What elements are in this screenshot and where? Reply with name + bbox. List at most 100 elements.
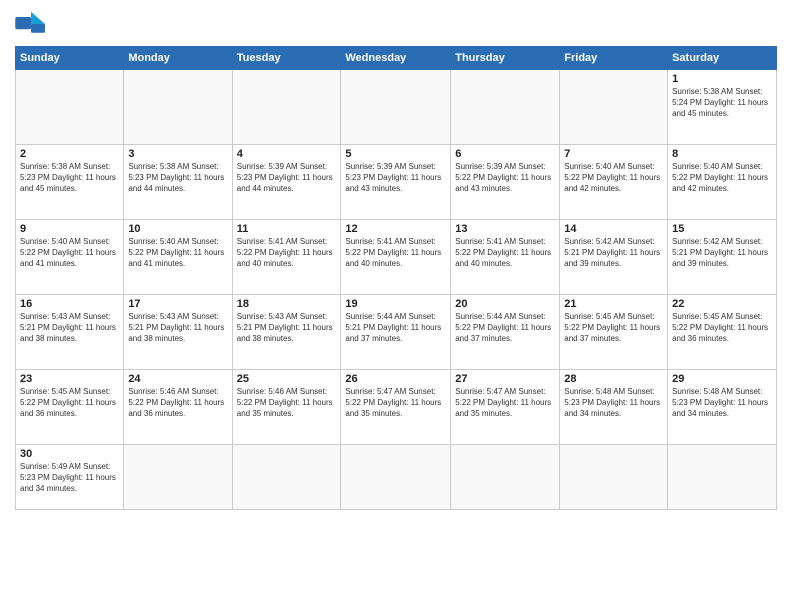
day-number: 11 [237, 223, 337, 235]
calendar-cell [560, 445, 668, 510]
calendar-cell: 2 Sunrise: 5:38 AM Sunset: 5:23 PM Daylig… [16, 145, 124, 220]
day-info: Sunrise: 5:40 AM Sunset: 5:22 PM Dayligh… [20, 237, 119, 269]
day-info: Sunrise: 5:43 AM Sunset: 5:21 PM Dayligh… [128, 312, 227, 344]
calendar-cell [451, 445, 560, 510]
day-info: Sunrise: 5:38 AM Sunset: 5:23 PM Dayligh… [128, 162, 227, 194]
calendar-cell: 19Sunrise: 5:44 AM Sunset: 5:21 PM Dayli… [341, 295, 451, 370]
weekday-header-thursday: Thursday [451, 47, 560, 70]
calendar: SundayMondayTuesdayWednesdayThursdayFrid… [15, 46, 777, 510]
day-number: 29 [672, 373, 772, 385]
calendar-cell: 1 Sunrise: 5:38 AM Sunset: 5:24 PM Daylig… [668, 70, 777, 145]
day-info: Sunrise: 5:42 AM Sunset: 5:21 PM Dayligh… [564, 237, 663, 269]
day-info: Sunrise: 5:48 AM Sunset: 5:23 PM Dayligh… [564, 387, 663, 419]
day-info: Sunrise: 5:45 AM Sunset: 5:22 PM Dayligh… [564, 312, 663, 344]
day-number: 6 [455, 148, 555, 160]
calendar-cell: 25 Sunrise: 5:46 AM Sunset: 5:22 PM Dayli… [232, 370, 341, 445]
day-number: 18 [237, 298, 337, 310]
day-number: 10 [128, 223, 227, 235]
calendar-cell [341, 70, 451, 145]
week-row-2: 2 Sunrise: 5:38 AM Sunset: 5:23 PM Daylig… [16, 145, 777, 220]
day-info: Sunrise: 5:38 AM Sunset: 5:24 PM Dayligh… [672, 87, 772, 119]
day-number: 20 [455, 298, 555, 310]
day-number: 25 [237, 373, 337, 385]
day-number: 23 [20, 373, 119, 385]
calendar-cell [668, 445, 777, 510]
day-info: Sunrise: 5:40 AM Sunset: 5:22 PM Dayligh… [672, 162, 772, 194]
calendar-cell: 16Sunrise: 5:43 AM Sunset: 5:21 PM Dayli… [16, 295, 124, 370]
calendar-cell [124, 70, 232, 145]
calendar-cell: 20Sunrise: 5:44 AM Sunset: 5:22 PM Dayli… [451, 295, 560, 370]
day-info: Sunrise: 5:42 AM Sunset: 5:21 PM Dayligh… [672, 237, 772, 269]
calendar-cell: 6 Sunrise: 5:39 AM Sunset: 5:22 PM Daylig… [451, 145, 560, 220]
calendar-cell: 30 Sunrise: 5:49 AM Sunset: 5:23 PM Dayli… [16, 445, 124, 510]
day-number: 2 [20, 148, 119, 160]
calendar-cell [232, 70, 341, 145]
day-number: 13 [455, 223, 555, 235]
day-info: Sunrise: 5:39 AM Sunset: 5:22 PM Dayligh… [455, 162, 555, 194]
day-number: 21 [564, 298, 663, 310]
calendar-cell [16, 70, 124, 145]
day-number: 9 [20, 223, 119, 235]
calendar-cell: 11Sunrise: 5:41 AM Sunset: 5:22 PM Dayli… [232, 220, 341, 295]
day-number: 28 [564, 373, 663, 385]
weekday-header-wednesday: Wednesday [341, 47, 451, 70]
calendar-cell: 10Sunrise: 5:40 AM Sunset: 5:22 PM Dayli… [124, 220, 232, 295]
calendar-cell [124, 445, 232, 510]
day-info: Sunrise: 5:40 AM Sunset: 5:22 PM Dayligh… [564, 162, 663, 194]
calendar-cell: 7Sunrise: 5:40 AM Sunset: 5:22 PM Daylig… [560, 145, 668, 220]
day-number: 22 [672, 298, 772, 310]
day-number: 26 [345, 373, 446, 385]
weekday-header-tuesday: Tuesday [232, 47, 341, 70]
day-info: Sunrise: 5:43 AM Sunset: 5:21 PM Dayligh… [237, 312, 337, 344]
day-info: Sunrise: 5:38 AM Sunset: 5:23 PM Dayligh… [20, 162, 119, 194]
day-number: 4 [237, 148, 337, 160]
calendar-cell: 14 Sunrise: 5:42 AM Sunset: 5:21 PM Dayli… [560, 220, 668, 295]
calendar-cell: 8 Sunrise: 5:40 AM Sunset: 5:22 PM Daylig… [668, 145, 777, 220]
logo-icon [15, 10, 47, 38]
day-number: 30 [20, 448, 119, 460]
day-number: 14 [564, 223, 663, 235]
day-info: Sunrise: 5:48 AM Sunset: 5:23 PM Dayligh… [672, 387, 772, 419]
day-info: Sunrise: 5:39 AM Sunset: 5:23 PM Dayligh… [237, 162, 337, 194]
weekday-header-friday: Friday [560, 47, 668, 70]
day-number: 19 [345, 298, 446, 310]
calendar-cell: 23 Sunrise: 5:45 AM Sunset: 5:22 PM Dayli… [16, 370, 124, 445]
day-info: Sunrise: 5:49 AM Sunset: 5:23 PM Dayligh… [20, 462, 119, 494]
day-number: 1 [672, 73, 772, 85]
day-info: Sunrise: 5:46 AM Sunset: 5:22 PM Dayligh… [237, 387, 337, 419]
weekday-header-monday: Monday [124, 47, 232, 70]
day-number: 5 [345, 148, 446, 160]
calendar-cell: 12 Sunrise: 5:41 AM Sunset: 5:22 PM Dayli… [341, 220, 451, 295]
day-info: Sunrise: 5:41 AM Sunset: 5:22 PM Dayligh… [455, 237, 555, 269]
day-number: 27 [455, 373, 555, 385]
calendar-cell: 15Sunrise: 5:42 AM Sunset: 5:21 PM Dayli… [668, 220, 777, 295]
page: SundayMondayTuesdayWednesdayThursdayFrid… [0, 0, 792, 612]
day-info: Sunrise: 5:39 AM Sunset: 5:23 PM Dayligh… [345, 162, 446, 194]
calendar-cell: 4 Sunrise: 5:39 AM Sunset: 5:23 PM Daylig… [232, 145, 341, 220]
calendar-cell: 5 Sunrise: 5:39 AM Sunset: 5:23 PM Daylig… [341, 145, 451, 220]
calendar-cell [232, 445, 341, 510]
day-number: 12 [345, 223, 446, 235]
day-number: 8 [672, 148, 772, 160]
day-info: Sunrise: 5:45 AM Sunset: 5:22 PM Dayligh… [672, 312, 772, 344]
week-row-4: 16Sunrise: 5:43 AM Sunset: 5:21 PM Dayli… [16, 295, 777, 370]
calendar-cell: 21 Sunrise: 5:45 AM Sunset: 5:22 PM Dayli… [560, 295, 668, 370]
logo [15, 10, 51, 38]
header [15, 10, 777, 38]
week-row-1: 1 Sunrise: 5:38 AM Sunset: 5:24 PM Daylig… [16, 70, 777, 145]
weekday-header-sunday: Sunday [16, 47, 124, 70]
day-info: Sunrise: 5:46 AM Sunset: 5:22 PM Dayligh… [128, 387, 227, 419]
week-row-5: 23 Sunrise: 5:45 AM Sunset: 5:22 PM Dayli… [16, 370, 777, 445]
day-info: Sunrise: 5:47 AM Sunset: 5:22 PM Dayligh… [455, 387, 555, 419]
day-number: 17 [128, 298, 227, 310]
day-info: Sunrise: 5:45 AM Sunset: 5:22 PM Dayligh… [20, 387, 119, 419]
calendar-cell: 24Sunrise: 5:46 AM Sunset: 5:22 PM Dayli… [124, 370, 232, 445]
weekday-header-row: SundayMondayTuesdayWednesdayThursdayFrid… [16, 47, 777, 70]
week-row-3: 9 Sunrise: 5:40 AM Sunset: 5:22 PM Daylig… [16, 220, 777, 295]
calendar-cell: 17 Sunrise: 5:43 AM Sunset: 5:21 PM Dayli… [124, 295, 232, 370]
weekday-header-saturday: Saturday [668, 47, 777, 70]
calendar-cell: 18 Sunrise: 5:43 AM Sunset: 5:21 PM Dayli… [232, 295, 341, 370]
day-info: Sunrise: 5:41 AM Sunset: 5:22 PM Dayligh… [345, 237, 446, 269]
calendar-cell [560, 70, 668, 145]
day-number: 3 [128, 148, 227, 160]
